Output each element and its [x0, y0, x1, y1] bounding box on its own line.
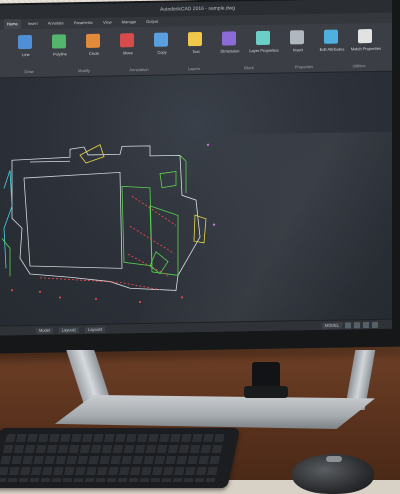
ribbon-button-move[interactable]: [120, 33, 134, 48]
ribbon-button-line[interactable]: [18, 34, 32, 50]
tab-insert[interactable]: Insert: [25, 19, 41, 29]
tab-manage[interactable]: Manage: [119, 17, 139, 27]
ribbon: Line Polyline Circle Move Copy Text Dimension L…: [0, 22, 392, 79]
tab-output[interactable]: Output: [143, 17, 161, 27]
layout-tab-model[interactable]: Model: [36, 327, 53, 334]
keyboard: [0, 428, 240, 488]
ribbon-button-copy[interactable]: [154, 32, 168, 47]
usb-hub-base: [244, 386, 288, 398]
ribbon-panel-label: Block: [244, 65, 254, 71]
ribbon-panel-label: Properties: [294, 64, 314, 70]
ribbon-button-match-properties[interactable]: [358, 28, 372, 44]
ribbon-button-polyline[interactable]: [52, 34, 66, 49]
tab-annotate[interactable]: Annotate: [45, 18, 67, 28]
tab-view[interactable]: View: [100, 17, 115, 27]
layout-tab-layout2[interactable]: Layout2: [85, 326, 106, 334]
mouse-scroll-wheel: [326, 456, 342, 462]
marker: [11, 289, 13, 292]
snap-icon[interactable]: [354, 322, 360, 329]
monitor-stand-base: [55, 395, 375, 429]
screen-glare: [140, 131, 392, 336]
ribbon-button-dimension[interactable]: [222, 31, 236, 46]
tab-parametric[interactable]: Parametric: [71, 18, 96, 28]
grid-icon[interactable]: [345, 322, 351, 329]
ribbon-button-edit-attributes[interactable]: [324, 29, 338, 44]
ribbon-panel-label: Layers: [187, 66, 200, 72]
cad-application-window: AutodeskCAD 2016 - sample.dwg Home Insert…: [0, 0, 392, 336]
ribbon-panel-label: Utilities: [352, 63, 366, 69]
marker: [95, 297, 97, 300]
ribbon-panel-label: Annotation: [129, 66, 149, 73]
settings-icon[interactable]: [372, 321, 378, 328]
tab-home[interactable]: Home: [4, 19, 21, 30]
drawing-canvas[interactable]: [0, 71, 392, 336]
keyboard-keys: [0, 434, 227, 482]
ribbon-button-insert[interactable]: [290, 30, 304, 45]
layout-tab-layout1[interactable]: Layout1: [58, 327, 80, 334]
monitor: AutodeskCAD 2016 - sample.dwg Home Insert…: [0, 0, 400, 354]
ribbon-button-text[interactable]: [188, 31, 202, 47]
ortho-icon[interactable]: [363, 322, 369, 329]
ribbon-button-label: Match Properties: [350, 45, 382, 52]
wall-segment: [30, 160, 70, 163]
ribbon-panel-label: Draw: [24, 68, 34, 75]
status-icons: MODEL: [321, 321, 378, 329]
model-indicator[interactable]: MODEL: [321, 322, 342, 329]
ribbon-panel-label: Modify: [78, 67, 90, 74]
ribbon-button-circle[interactable]: [86, 33, 100, 48]
wall-segment: [3, 170, 13, 269]
window-title: AutodeskCAD 2016 - sample.dwg: [160, 5, 236, 13]
marker: [59, 296, 61, 299]
wall-segment: [1, 238, 11, 277]
ribbon-button-layer-properties[interactable]: [256, 30, 270, 46]
inner-room: [23, 171, 123, 269]
marker: [39, 290, 41, 293]
layout-tabs: Model Layout1 Layout2: [36, 326, 106, 334]
